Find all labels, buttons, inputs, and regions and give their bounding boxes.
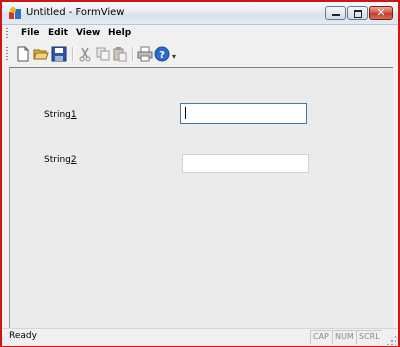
maximize-button[interactable] (347, 6, 368, 20)
resize-grip[interactable] (386, 335, 396, 345)
new-file-icon[interactable] (15, 46, 31, 62)
menu-grip[interactable] (6, 28, 8, 40)
form-view: String1 String2 (9, 67, 393, 328)
maximize-icon (354, 10, 362, 18)
string2-input[interactable] (182, 154, 309, 173)
num-lock-indicator: NUM (332, 330, 356, 344)
svg-text:?: ? (159, 50, 165, 61)
toolbar-separator (132, 47, 134, 61)
copy-icon[interactable] (95, 46, 111, 62)
scroll-lock-indicator: SCRL (356, 330, 382, 344)
menu-view[interactable]: View (76, 28, 100, 38)
menu-edit[interactable]: Edit (48, 28, 68, 38)
status-bar: Ready CAP NUM SCRL (2, 328, 398, 346)
toolbar: ? ▾ (2, 43, 398, 65)
minimize-button[interactable] (325, 6, 346, 20)
cut-icon[interactable] (77, 46, 93, 62)
string1-input[interactable] (180, 103, 307, 124)
text-caret (185, 107, 186, 119)
menu-bar: File Edit View Help (2, 25, 398, 43)
save-icon[interactable] (51, 46, 67, 62)
close-icon: ✕ (376, 6, 386, 19)
app-window: Untitled - FormView ✕ File Edit View Hel… (0, 0, 400, 347)
toolbar-grip[interactable] (6, 47, 8, 61)
caps-lock-indicator: CAP (310, 330, 331, 344)
title-bar[interactable]: Untitled - FormView ✕ (2, 2, 398, 25)
print-icon[interactable] (137, 46, 153, 62)
toolbar-separator (72, 47, 74, 61)
help-icon[interactable]: ? (154, 46, 170, 62)
status-text: Ready (9, 331, 37, 341)
window-title: Untitled - FormView (26, 7, 125, 18)
paste-icon[interactable] (112, 46, 128, 62)
close-button[interactable]: ✕ (369, 6, 393, 20)
minimize-icon (332, 14, 340, 16)
string2-label: String2 (44, 155, 77, 165)
menu-help[interactable]: Help (108, 28, 131, 38)
menu-file[interactable]: File (21, 28, 39, 38)
string1-label: String1 (44, 110, 77, 120)
app-icon (9, 7, 21, 19)
toolbar-overflow-icon[interactable]: ▾ (172, 52, 176, 61)
open-folder-icon[interactable] (33, 46, 49, 62)
